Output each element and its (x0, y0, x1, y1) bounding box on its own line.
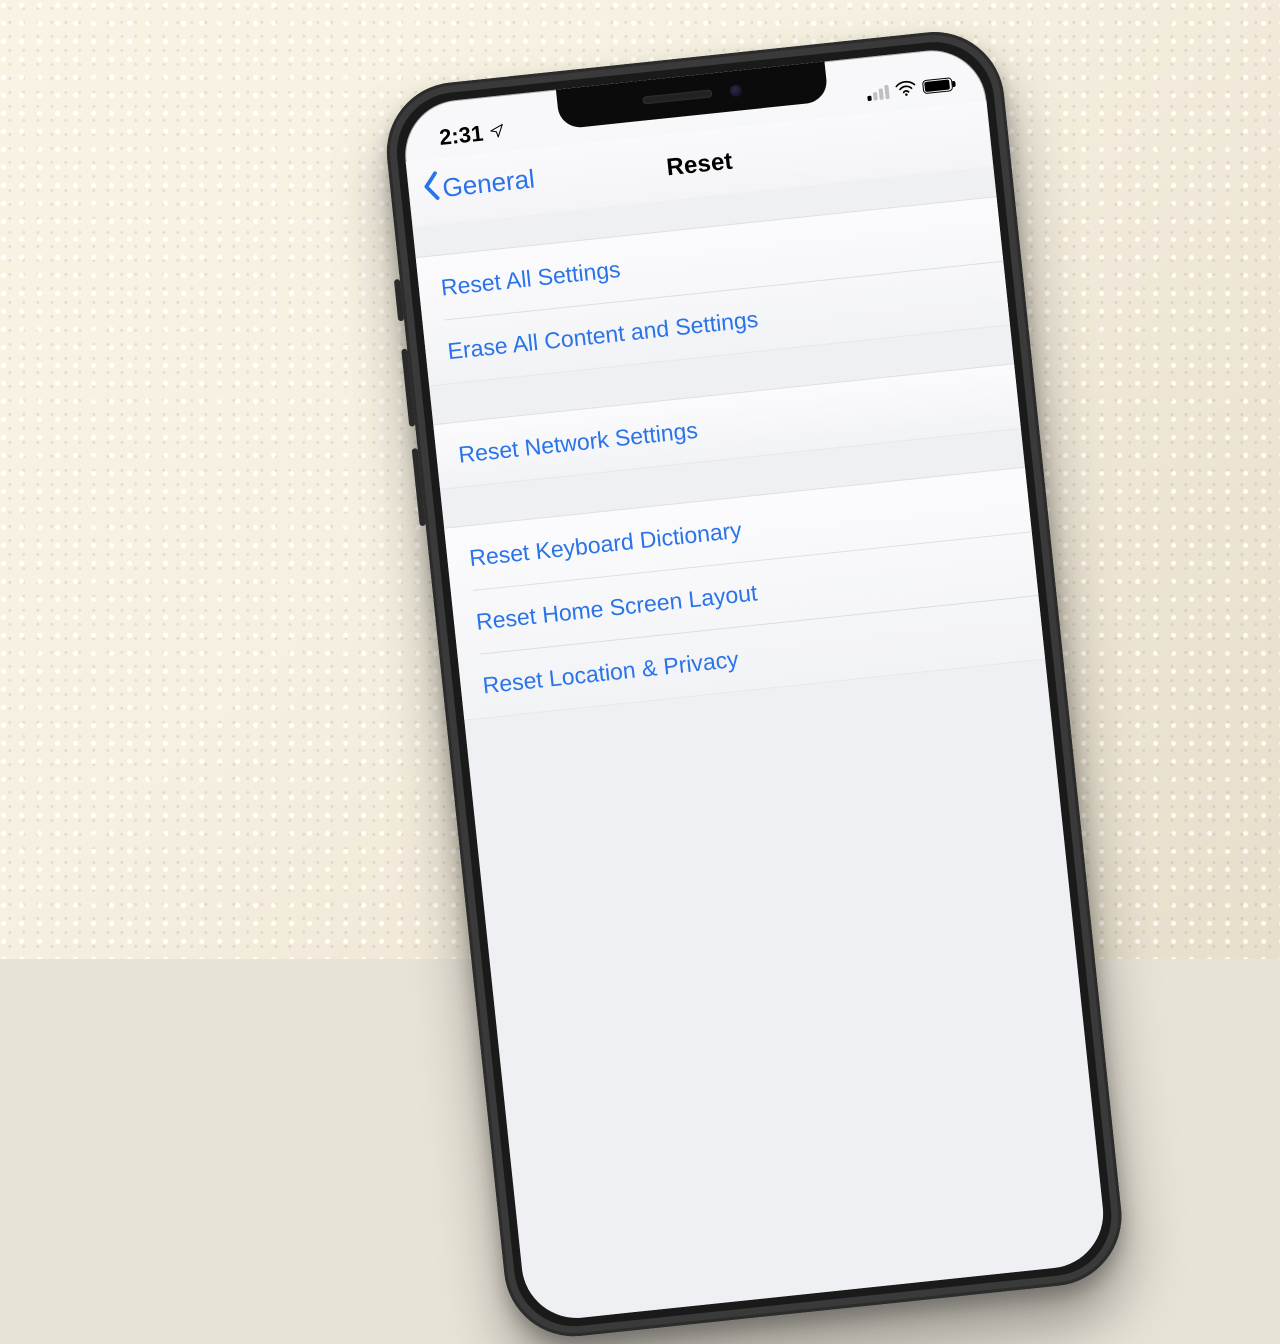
phone-screen: 2:31 (400, 45, 1109, 1323)
phone-device: 2:31 (380, 25, 1128, 1343)
settings-group: Reset Network Settings (433, 363, 1021, 490)
row-label: Reset Location & Privacy (481, 645, 739, 699)
reset-network-settings-row[interactable]: Reset Network Settings (433, 364, 1020, 489)
settings-group: Reset Keyboard Dictionary Reset Home Scr… (444, 467, 1045, 721)
status-time: 2:31 (438, 121, 485, 151)
location-services-icon (488, 118, 507, 146)
wifi-icon (894, 75, 917, 103)
cellular-signal-icon (866, 83, 890, 101)
settings-content: Reset All Settings Erase All Content and… (413, 166, 1109, 1323)
settings-group: Reset All Settings Erase All Content and… (416, 196, 1010, 386)
battery-icon (922, 77, 953, 94)
front-camera (729, 84, 742, 97)
earpiece-speaker (642, 89, 712, 104)
row-label: Erase All Content and Settings (446, 305, 759, 364)
row-label: Reset Keyboard Dictionary (468, 516, 743, 571)
row-label: Reset All Settings (440, 255, 622, 301)
row-label: Reset Network Settings (457, 416, 699, 468)
row-label: Reset Home Screen Layout (475, 579, 759, 635)
